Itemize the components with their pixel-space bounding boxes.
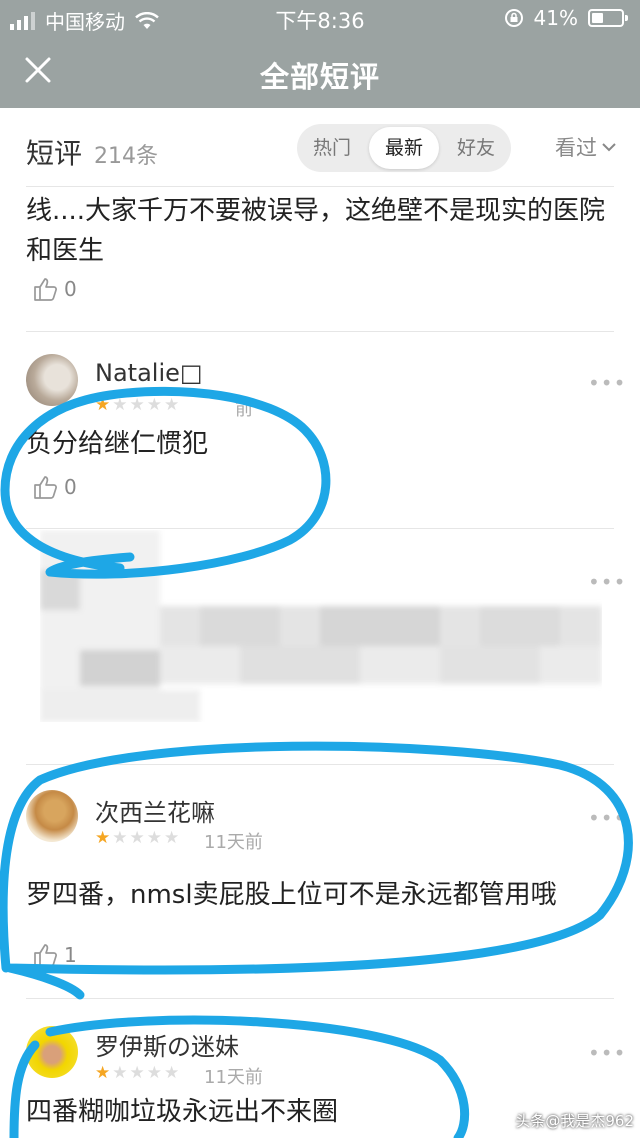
star-icon: ★ <box>146 1063 162 1083</box>
rotation-lock-icon <box>504 9 523 27</box>
battery-percent: 41% <box>533 6 578 30</box>
like-button[interactable]: 0 <box>32 474 77 500</box>
nav-bar: 全部短评 <box>0 36 640 108</box>
chevron-down-icon <box>602 143 616 152</box>
star-icon: ★ <box>112 395 128 415</box>
filter-label: 看过 <box>555 136 597 160</box>
thumbs-up-icon <box>34 278 57 301</box>
comment-divider <box>26 528 614 529</box>
comment-date: 前 <box>235 399 253 420</box>
comment-divider <box>26 331 614 332</box>
page-title: 全部短评 <box>259 60 380 94</box>
like-count: 0 <box>64 475 77 499</box>
battery-icon <box>588 9 628 27</box>
avatar[interactable] <box>26 354 78 406</box>
comment-text: 负分给继仁惯犯 <box>26 429 209 459</box>
tab-hot[interactable]: 热门 <box>297 124 367 172</box>
tab-latest[interactable]: 最新 <box>369 127 439 169</box>
star-icon: ★ <box>129 395 145 415</box>
sort-segmented-control: 热门 最新 好友 <box>297 124 511 172</box>
avatar[interactable] <box>26 790 78 842</box>
star-rating: ★ ★ ★ ★ ★ <box>95 828 179 848</box>
star-icon: ★ <box>95 395 111 415</box>
comment-date: 11天前 <box>204 1067 263 1088</box>
comment-date: 11天前 <box>204 832 263 853</box>
star-icon: ★ <box>146 395 162 415</box>
like-button[interactable]: 0 <box>32 276 77 302</box>
star-rating: ★ ★ ★ ★ ★ <box>95 395 179 415</box>
star-icon: ★ <box>164 828 180 848</box>
star-icon: ★ <box>129 1063 145 1083</box>
review-count: 214条 <box>94 144 158 169</box>
watermark: 头条@我是杰962 <box>515 1112 634 1130</box>
thumbs-up-icon <box>34 944 57 967</box>
star-icon: ★ <box>112 828 128 848</box>
star-icon: ★ <box>95 1063 111 1083</box>
more-options-icon[interactable]: ••• <box>588 806 626 830</box>
star-rating: ★ ★ ★ ★ ★ <box>95 1063 179 1083</box>
star-icon: ★ <box>129 828 145 848</box>
blurred-comment <box>40 530 602 722</box>
username[interactable]: 罗伊斯の迷妹 <box>95 1027 239 1062</box>
watched-filter[interactable]: 看过 <box>555 132 617 162</box>
more-options-icon[interactable]: ••• <box>588 1041 626 1065</box>
tab-friends[interactable]: 好友 <box>441 124 511 172</box>
status-bar: 中国移动 下午8:36 41% <box>0 0 640 36</box>
star-icon: ★ <box>95 828 111 848</box>
header-divider <box>26 186 614 187</box>
username[interactable]: Natalie□ <box>95 359 203 387</box>
section-title: 短评 <box>26 137 83 170</box>
like-count: 1 <box>64 943 77 967</box>
username[interactable]: 次西兰花嘛 <box>95 793 215 828</box>
star-icon: ★ <box>112 1063 128 1083</box>
reviews-header: 短评 214条 热门 最新 好友 看过 <box>0 108 640 186</box>
star-icon: ★ <box>164 1063 180 1083</box>
comment-text: 线....大家千万不要被误导，这绝壁不是现实的医院和医生 <box>26 196 606 266</box>
more-options-icon[interactable]: ••• <box>588 371 626 395</box>
avatar[interactable] <box>26 1026 78 1078</box>
like-button[interactable]: 1 <box>32 942 77 968</box>
star-icon: ★ <box>146 828 162 848</box>
comment-divider <box>26 764 614 765</box>
comment-text: 罗四番，nmsl卖屁股上位可不是永远都管用哦 <box>26 880 557 910</box>
star-icon: ★ <box>164 395 180 415</box>
comment-divider <box>26 998 614 999</box>
like-count: 0 <box>64 277 77 301</box>
thumbs-up-icon <box>34 476 57 499</box>
